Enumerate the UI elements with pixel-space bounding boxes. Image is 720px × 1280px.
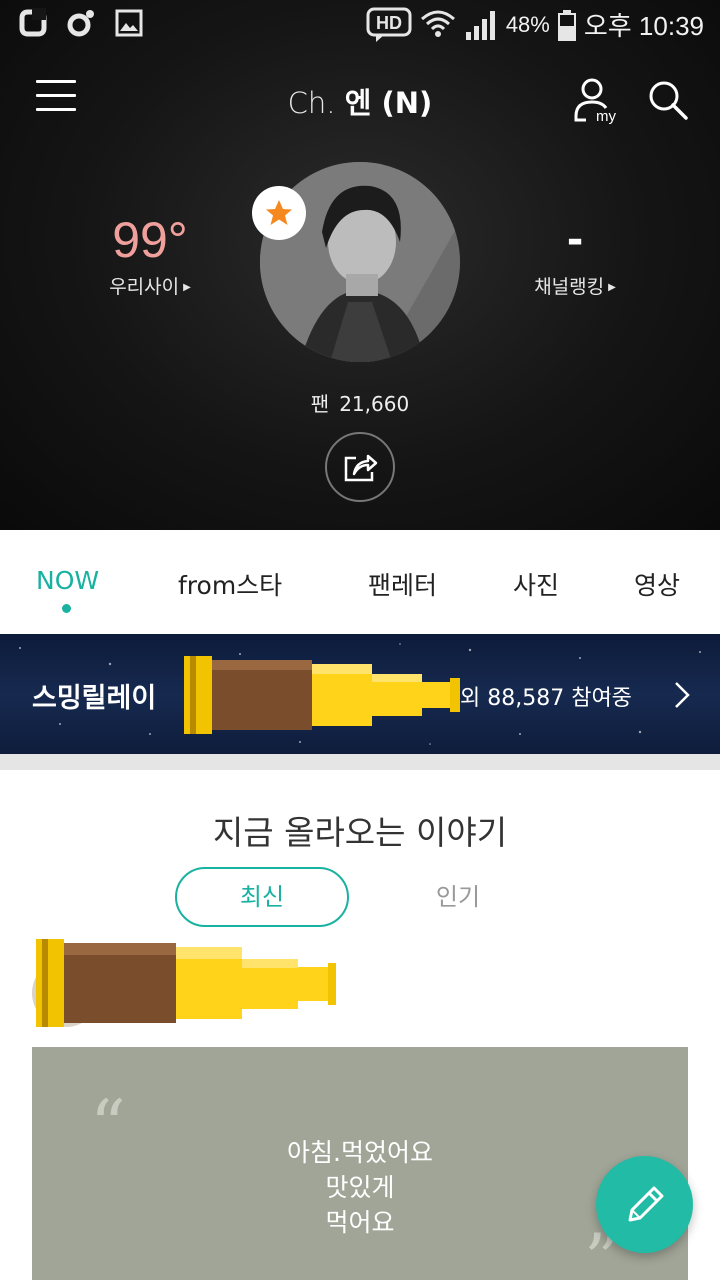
signal-icon xyxy=(465,10,495,40)
channel-header: HD 48% 오후 10:39 Ch. 엔 (N) my 99° 우리사이 ▶ … xyxy=(0,0,720,530)
chevron-right-icon: ▶ xyxy=(183,282,191,293)
story-card[interactable]: “ 아침.먹었어요 맛있게 먹어요 ” xyxy=(32,1047,688,1280)
wifi-icon xyxy=(420,10,455,37)
chevron-right-icon xyxy=(675,682,690,708)
favorite-badge[interactable] xyxy=(252,186,306,240)
channel-name: 엔 (N) xyxy=(344,86,433,120)
section-divider xyxy=(0,754,720,770)
intimacy-stat[interactable]: 99° 우리사이 ▶ xyxy=(90,210,210,299)
channel-tabs: NOW from스타 팬레터 사진 영상 xyxy=(0,530,720,634)
battery-icon xyxy=(557,9,576,41)
fan-number: 21,660 xyxy=(339,392,410,416)
streaming-relay-banner[interactable]: 스밍릴레이 외 88,587 참여중 xyxy=(0,634,720,754)
story-line: 맛있게 xyxy=(325,1173,395,1202)
filter-latest[interactable]: 최신 xyxy=(175,867,349,927)
chevron-right-icon: ▶ xyxy=(608,282,616,293)
telescope-icon xyxy=(32,939,336,1027)
my-page-icon[interactable]: my xyxy=(572,76,624,124)
tab-photo[interactable]: 사진 xyxy=(513,566,559,602)
gallery-icon xyxy=(115,9,143,37)
svg-text:HD: HD xyxy=(376,13,402,33)
share-icon xyxy=(344,454,378,482)
tab-fan-letter[interactable]: 팬레터 xyxy=(368,566,437,602)
story-line: 아침.먹었어요 xyxy=(287,1138,433,1167)
status-bar: HD 48% 오후 10:39 xyxy=(0,0,720,50)
ranking-value: - xyxy=(566,217,584,263)
filter-popular[interactable]: 인기 xyxy=(400,867,516,927)
clock: 오후 10:39 xyxy=(583,11,704,41)
svg-text:my: my xyxy=(596,108,616,124)
pencil-icon xyxy=(628,1186,663,1221)
fan-label: 팬 xyxy=(310,392,330,416)
relay-title: 스밍릴레이 xyxy=(32,683,157,714)
ranking-stat[interactable]: - 채널랭킹 ▶ xyxy=(510,210,640,299)
tab-now[interactable]: NOW xyxy=(36,566,99,595)
tab-from-star[interactable]: from스타 xyxy=(178,566,282,602)
hd-voice-icon: HD xyxy=(366,7,412,42)
relay-participants: 외 88,587 참여중 xyxy=(460,686,632,711)
active-tab-indicator xyxy=(62,604,71,613)
star-icon xyxy=(266,200,292,225)
intimacy-label: 우리사이 xyxy=(109,276,180,298)
telescope-icon xyxy=(184,656,460,734)
search-icon[interactable] xyxy=(646,78,690,122)
dot-ring-icon xyxy=(67,10,94,37)
write-button[interactable] xyxy=(596,1156,693,1253)
tab-video[interactable]: 영상 xyxy=(634,566,680,602)
share-button[interactable] xyxy=(325,432,395,502)
fan-count: 팬 21,660 xyxy=(0,388,720,417)
app-bar: Ch. 엔 (N) my xyxy=(0,60,720,140)
channel-prefix: Ch. xyxy=(287,86,336,120)
carrier-icon xyxy=(19,8,47,37)
stories-title: 지금 올라오는 이야기 xyxy=(212,813,508,852)
ranking-label: 채널랭킹 xyxy=(534,276,605,298)
battery-percent: 48% xyxy=(505,11,550,37)
intimacy-value: 99° xyxy=(112,212,188,268)
